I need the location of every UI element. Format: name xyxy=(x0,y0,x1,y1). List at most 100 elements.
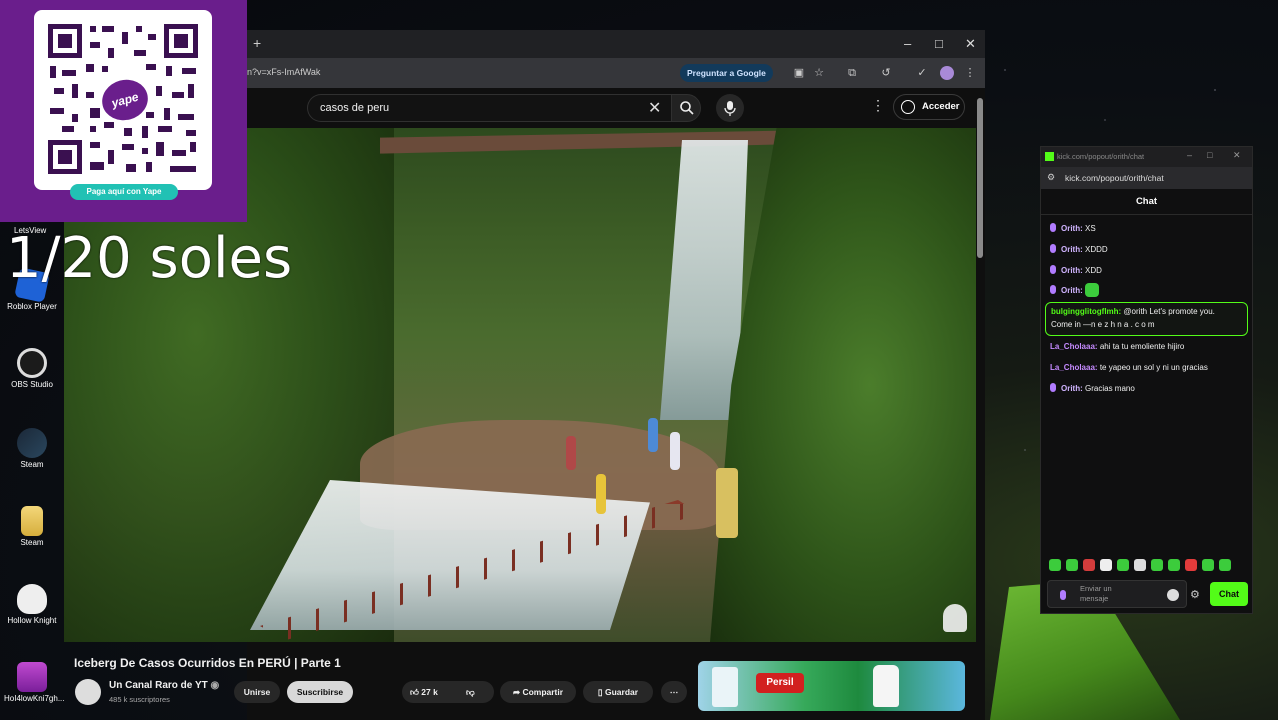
minimize-button[interactable]: – xyxy=(904,36,911,51)
like-dislike-group: 👍︎ 27 k 👎︎ xyxy=(402,681,494,703)
badge-icon xyxy=(1050,265,1056,274)
address-bar[interactable]: n?v=xFs-ImAfWak Preguntar a Google ▣ ☆ ⧉… xyxy=(247,58,985,88)
close-button[interactable]: ✕ xyxy=(965,36,976,52)
share-button[interactable]: ➦ Compartir xyxy=(500,681,576,703)
search-input[interactable]: casos de peru ✕ xyxy=(307,94,671,122)
emote-icon[interactable] xyxy=(1100,559,1112,571)
kick-minimize-button[interactable]: – xyxy=(1187,150,1192,160)
join-button[interactable]: Unirse xyxy=(234,681,280,703)
ask-google-button[interactable]: Preguntar a Google xyxy=(680,64,773,82)
youtube-header: casos de peru ✕ ⋮ Acceder xyxy=(247,88,985,128)
emoji-picker-icon[interactable] xyxy=(1167,589,1179,601)
badge-icon xyxy=(1050,244,1056,253)
chat-username[interactable]: Orith: xyxy=(1061,384,1083,393)
more-actions-icon[interactable]: ⋯ xyxy=(661,681,687,703)
video-person xyxy=(566,436,576,470)
chat-username[interactable]: Orith: xyxy=(1061,224,1083,233)
voice-search-button[interactable] xyxy=(716,94,744,122)
kick-address-text[interactable]: kick.com/popout/orith/chat xyxy=(1065,173,1164,183)
channel-name-text[interactable]: Un Canal Raro de YT xyxy=(109,680,208,691)
channel-avatar[interactable] xyxy=(75,679,101,705)
emote-icon[interactable] xyxy=(1219,559,1231,571)
desktop-icon-steam[interactable]: Steam xyxy=(4,428,60,469)
chat-text: Gracias mano xyxy=(1085,384,1135,393)
winrar-icon xyxy=(17,662,47,692)
chat-input-placeholder: Enviar un mensaje xyxy=(1080,584,1112,603)
new-tab-button[interactable]: + xyxy=(253,35,261,51)
chat-message-input[interactable]: Enviar un mensaje xyxy=(1047,580,1187,608)
search-button[interactable] xyxy=(671,94,701,122)
chat-message: Orith: xyxy=(1050,283,1100,297)
site-settings-icon[interactable]: ⚙ xyxy=(1047,172,1055,183)
maximize-button[interactable]: □ xyxy=(935,36,943,51)
chat-username[interactable]: Orith: xyxy=(1061,245,1083,254)
search-icon xyxy=(680,101,694,115)
emote-icon[interactable] xyxy=(1168,559,1180,571)
chat-username[interactable]: La_Cholaaa: xyxy=(1050,342,1098,351)
more-options-icon[interactable]: ⋮ xyxy=(871,97,885,114)
subscribe-button[interactable]: Suscribirse xyxy=(287,681,353,703)
microphone-icon xyxy=(724,101,736,116)
price-overlay-text: 1/20 soles xyxy=(6,226,293,291)
emote-icon[interactable] xyxy=(1066,559,1078,571)
chat-header: Chat xyxy=(1041,189,1252,215)
badge-icon xyxy=(1050,223,1056,232)
url-text[interactable]: n?v=xFs-ImAfWak xyxy=(247,67,320,77)
ad-brand-label: Persil xyxy=(756,673,804,693)
kick-maximize-button[interactable]: □ xyxy=(1207,150,1212,160)
chat-username[interactable]: La_Cholaaa: xyxy=(1050,363,1098,372)
save-button[interactable]: ▯ Guardar xyxy=(583,681,653,703)
share-icon: ➦ xyxy=(512,687,521,697)
send-chat-button[interactable]: Chat xyxy=(1210,582,1248,606)
profile-avatar-icon[interactable] xyxy=(940,66,954,80)
chat-text: XDDD xyxy=(1085,245,1108,254)
emote-icon[interactable] xyxy=(1185,559,1197,571)
desktop-icon-obs[interactable]: OBS Studio xyxy=(4,348,60,389)
thumbs-up-icon[interactable]: 👍︎ xyxy=(410,687,419,697)
chat-username[interactable]: bulgingglitogflmh: xyxy=(1051,307,1121,316)
chat-settings-icon[interactable]: ⚙ xyxy=(1190,588,1200,601)
chat-username[interactable]: Orith: xyxy=(1061,266,1083,275)
page-scrollbar[interactable] xyxy=(977,98,983,258)
like-count[interactable]: 27 k xyxy=(421,687,438,697)
chat-message: La_Cholaaa: ahi ta tu emoliente hijiro xyxy=(1050,340,1184,353)
desktop-icon-steam-folder[interactable]: Steam xyxy=(4,506,60,547)
bookmark-star-icon[interactable]: ☆ xyxy=(812,66,826,80)
desktop-icon-winrar[interactable]: HoI4lowKni7gh... xyxy=(4,662,64,703)
emote-icon[interactable] xyxy=(1117,559,1129,571)
chat-text: XS xyxy=(1085,224,1096,233)
ad-product-box xyxy=(712,667,738,707)
video-person xyxy=(670,432,680,470)
emote-icon[interactable] xyxy=(1202,559,1214,571)
clear-search-icon[interactable]: ✕ xyxy=(648,98,661,118)
emote-icon xyxy=(1085,283,1100,297)
desktop-icon-label: OBS Studio xyxy=(11,380,53,389)
emote-icon[interactable] xyxy=(1083,559,1095,571)
sign-in-button[interactable]: Acceder xyxy=(893,94,965,120)
extensions-icon[interactable]: ⧉ xyxy=(845,66,859,80)
desktop-icon-hollow-knight[interactable]: Hollow Knight xyxy=(4,584,60,625)
history-icon[interactable]: ↺ xyxy=(879,66,893,80)
chat-text: ahi ta tu emoliente hijiro xyxy=(1099,342,1185,351)
ad-product-bottle xyxy=(873,665,899,707)
extension-icon[interactable]: ✓ xyxy=(915,66,929,80)
sign-in-label: Acceder xyxy=(922,101,960,112)
save-label: Guardar xyxy=(604,687,639,697)
kick-address-bar[interactable]: ⚙ kick.com/popout/orith/chat xyxy=(1041,167,1252,189)
sponsored-ad[interactable]: Persil xyxy=(698,661,965,711)
emote-icon[interactable] xyxy=(1151,559,1163,571)
ghost-icon xyxy=(943,604,967,632)
kick-close-button[interactable]: ✕ xyxy=(1233,150,1241,161)
emote-icon[interactable] xyxy=(1049,559,1061,571)
channel-name[interactable]: Un Canal Raro de YT ◉ xyxy=(109,680,219,691)
chat-username[interactable]: Orith: xyxy=(1061,286,1083,295)
chat-text: @orith Let's promote you. xyxy=(1123,307,1215,316)
emote-icon[interactable] xyxy=(1134,559,1146,571)
thumbs-down-icon[interactable]: 👎︎ xyxy=(466,681,475,703)
folder-icon xyxy=(21,506,43,536)
verified-icon: ◉ xyxy=(210,680,220,691)
chat-text: te yapeo un sol y ni un gracias xyxy=(1099,363,1208,372)
browser-menu-icon[interactable]: ⋮ xyxy=(963,66,977,80)
screenshot-icon[interactable]: ▣ xyxy=(792,66,806,80)
kick-titlebar: kick.com/popout/orith/chat – □ ✕ xyxy=(1041,147,1252,167)
